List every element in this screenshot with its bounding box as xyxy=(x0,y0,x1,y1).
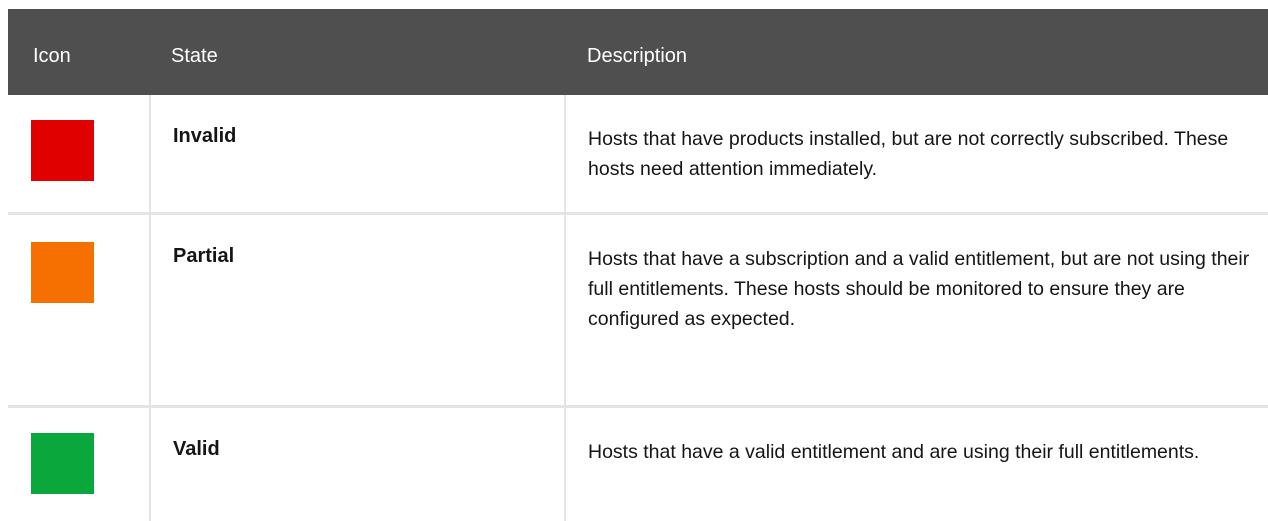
state-label: Partial xyxy=(173,245,235,267)
column-divider xyxy=(564,215,566,405)
column-header-description: Description xyxy=(587,45,688,67)
column-divider xyxy=(564,408,566,521)
column-divider xyxy=(149,215,151,405)
column-header-icon: Icon xyxy=(33,45,71,67)
state-description: Hosts that have a valid entitlement and … xyxy=(588,441,1200,463)
valid-status-icon xyxy=(31,433,94,494)
invalid-status-icon xyxy=(31,120,94,181)
table-row: Valid Hosts that have a valid entitlemen… xyxy=(8,408,1268,521)
partial-status-icon xyxy=(31,242,94,303)
state-label: Valid xyxy=(173,438,220,460)
table-header: Icon State Description xyxy=(8,9,1268,95)
state-label: Invalid xyxy=(173,125,237,147)
table-row: Partial Hosts that have a subscription a… xyxy=(8,215,1268,408)
state-description: Hosts that have products installed, but … xyxy=(588,128,1229,180)
table-row: Invalid Hosts that have products install… xyxy=(8,95,1268,215)
column-header-state: State xyxy=(171,45,218,67)
column-divider xyxy=(149,95,151,212)
subscription-status-table: Icon State Description Invalid Hosts tha… xyxy=(8,9,1268,521)
column-divider xyxy=(564,95,566,212)
state-description: Hosts that have a subscription and a val… xyxy=(588,248,1250,330)
column-divider xyxy=(149,408,151,521)
